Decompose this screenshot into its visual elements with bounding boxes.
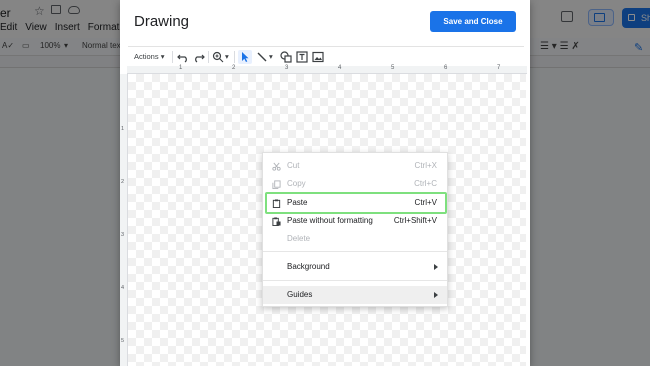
- line-icon[interactable]: [255, 50, 269, 64]
- menu-item-label: Guides: [287, 290, 313, 299]
- scissors-icon: [272, 162, 281, 171]
- ruler-number: 4: [338, 65, 342, 71]
- menu-item-cut[interactable]: Cut Ctrl+X: [263, 157, 447, 175]
- menu-item-delete[interactable]: Delete: [263, 230, 447, 248]
- zoom-icon[interactable]: [211, 50, 225, 64]
- menu-item-label: Background: [287, 262, 330, 271]
- actions-label: Actions: [134, 52, 159, 61]
- context-menu: Cut Ctrl+X Copy Ctrl+C Paste Ctrl+V Past…: [262, 152, 448, 307]
- toolbar-divider: [208, 51, 209, 63]
- ruler-number: 3: [285, 65, 289, 71]
- paste-highlight-outline: [265, 192, 447, 214]
- toolbar-divider: [234, 51, 235, 63]
- menu-item-shortcut: Ctrl+C: [414, 179, 437, 188]
- redo-icon[interactable]: [192, 50, 206, 64]
- toolbar-divider: [172, 51, 173, 63]
- ruler-number: 5: [121, 338, 125, 344]
- ruler-number: 3: [121, 232, 125, 238]
- copy-icon: [272, 180, 281, 189]
- menu-separator: [263, 280, 447, 281]
- menu-item-background[interactable]: Background: [263, 258, 447, 276]
- menu-item-shortcut: Ctrl+Shift+V: [393, 216, 437, 225]
- ruler-number: 1: [179, 65, 183, 71]
- submenu-arrow-icon: [434, 292, 438, 298]
- shape-icon[interactable]: [279, 50, 293, 64]
- paste-plain-icon: [272, 217, 281, 226]
- menu-item-guides[interactable]: Guides: [263, 286, 447, 304]
- actions-menu[interactable]: Actions ▾: [134, 50, 164, 64]
- dialog-title: Drawing: [134, 13, 190, 30]
- horizontal-ruler: 1 2 3 4 5 6 7: [127, 65, 527, 74]
- line-dropdown-icon[interactable]: ▾: [269, 50, 273, 64]
- ruler-number: 2: [121, 179, 125, 185]
- image-icon[interactable]: [311, 50, 325, 64]
- zoom-dropdown-icon[interactable]: ▾: [225, 50, 229, 64]
- ruler-number: 5: [391, 65, 395, 71]
- vertical-ruler: 1 2 3 4 5: [120, 74, 128, 366]
- menu-item-label: Cut: [287, 161, 300, 170]
- submenu-arrow-icon: [434, 264, 438, 270]
- ruler-number: 4: [121, 285, 125, 291]
- menu-separator: [263, 251, 447, 252]
- text-box-icon[interactable]: [295, 50, 309, 64]
- menu-item-paste-without-formatting[interactable]: Paste without formatting Ctrl+Shift+V: [263, 212, 447, 230]
- save-and-close-button[interactable]: Save and Close: [430, 11, 516, 32]
- menu-item-shortcut: Ctrl+X: [414, 161, 437, 170]
- select-arrow-icon[interactable]: [238, 50, 252, 64]
- undo-icon[interactable]: [176, 50, 190, 64]
- menu-item-label: Copy: [287, 179, 306, 188]
- menu-item-label: Paste without formatting: [287, 216, 373, 225]
- ruler-number: 7: [497, 65, 501, 71]
- ruler-number: 2: [232, 65, 236, 71]
- drawing-toolbar: Actions ▾ ▾ ▾: [128, 46, 524, 66]
- ruler-number: 6: [444, 65, 448, 71]
- menu-item-copy[interactable]: Copy Ctrl+C: [263, 175, 447, 193]
- menu-item-label: Delete: [287, 234, 311, 243]
- ruler-number: 1: [121, 126, 125, 132]
